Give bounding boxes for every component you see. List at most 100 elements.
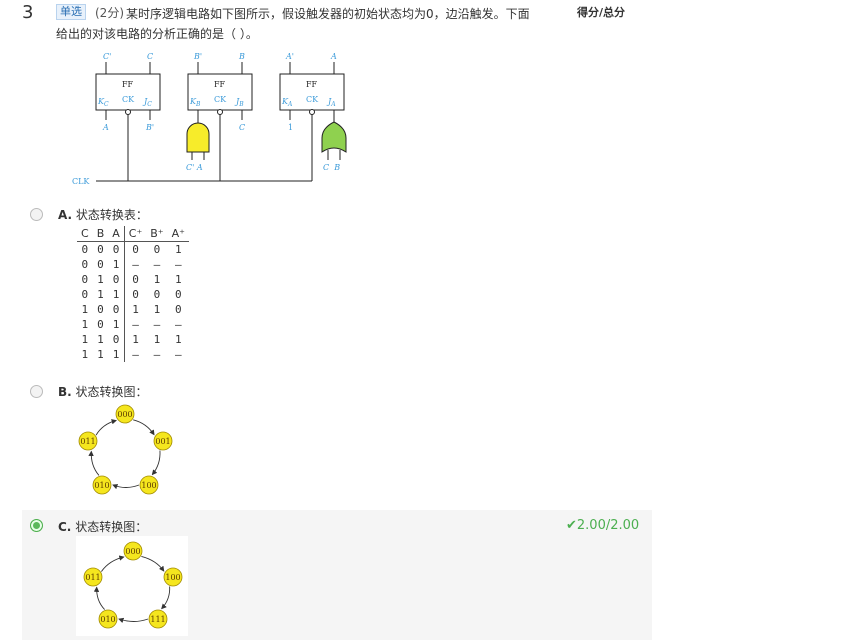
ff1-title: FF [122, 80, 134, 89]
checkmark-icon: ✔ [566, 518, 577, 533]
question-number: 3 [22, 2, 34, 23]
or-input-labels: C B [323, 163, 340, 172]
state-table-cell: 0 [81, 273, 89, 286]
state-table-row: 011000 [77, 287, 189, 302]
and-input-labels: C' A [186, 163, 203, 172]
state-table-cell: 0 [123, 241, 147, 257]
question-type-badge: 单选 [56, 4, 86, 20]
clk-label: CLK [72, 177, 90, 186]
state-table-cell: 1 [123, 302, 147, 317]
diagram-b-state-label: 000 [117, 410, 132, 419]
state-table-cell: – [153, 318, 161, 331]
state-table-row: 0 0 1– – – [77, 257, 189, 272]
state-table-cell: 1 [81, 333, 89, 346]
option-b-text: 状态转换图： [75, 385, 148, 399]
diagram-c-state-label: 000 [125, 547, 140, 556]
state-table-cell: 0 [97, 243, 104, 256]
state-table-cell: 0 [97, 258, 104, 271]
diagram-c-transition-arrow [93, 586, 105, 610]
option-c-radio[interactable] [30, 519, 43, 532]
state-table-cell: 0 [112, 303, 120, 316]
state-table-cell: – [174, 258, 182, 271]
score-total-label: 得分/总分 [577, 6, 626, 19]
ff2-j-sub: B [238, 101, 244, 108]
state-table-cell: 1 [81, 348, 89, 361]
and-gate [186, 122, 210, 153]
state-table-cell: 0 [97, 318, 104, 331]
diagram-b-transition-arrow [112, 484, 140, 490]
state-table-cell: 0 [81, 288, 89, 301]
ff1-top-left-label: C' [103, 52, 111, 61]
question-text-line2: 给出的对该电路的分析正确的是（ ）。 [56, 27, 258, 41]
state-table-cell: 1 [81, 318, 89, 331]
diagram-c-transition-arrow [161, 586, 171, 610]
ff2-top-left-label: B' [193, 52, 202, 61]
state-table-row: 110111 [77, 332, 189, 347]
state-table-cell: 0 [112, 273, 120, 286]
diagram-b-transition-arrow [151, 450, 161, 476]
diagram-c-transition-arrow [141, 556, 165, 572]
option-b-label[interactable]: B. 状态转换图： [58, 383, 148, 400]
state-table-cell: 1 [81, 303, 89, 316]
diagram-b-state-label: 010 [94, 481, 109, 490]
state-table-cell: 0 [174, 303, 182, 316]
diagram-b-state-label: 001 [155, 437, 170, 446]
diagram-b-state-label: 011 [80, 437, 95, 446]
option-c-text: 状态转换图： [75, 520, 148, 534]
diagram-c-state-label: 100 [165, 573, 180, 582]
state-table-row: 1 0 1– – – [77, 317, 189, 332]
state-table-cell: B [92, 226, 109, 242]
state-table-cell: 1 [112, 258, 120, 271]
state-table-header: C B A C⁺ B⁺ A⁺ [77, 226, 189, 242]
state-table-cell: 1 [123, 332, 147, 347]
state-table-cell: 1 [153, 303, 161, 316]
state-table-cell: 0 [153, 243, 161, 256]
state-table-cell: A [108, 226, 125, 242]
state-table-row: 010011 [77, 272, 189, 287]
state-table-cell: 0 [123, 287, 147, 302]
option-a-letter: A. [58, 208, 73, 222]
option-c-label[interactable]: C. 状态转换图： [58, 518, 147, 535]
state-diagram-b: 000 001 100 010 011 [78, 404, 173, 495]
state-table-cell: 0 [97, 303, 104, 316]
ff3-j-sub: A [330, 101, 336, 108]
option-b-radio[interactable] [30, 385, 43, 398]
state-table-cell: – [153, 348, 161, 361]
state-table-cell: 1 [174, 273, 182, 286]
option-c-letter: C. [58, 520, 72, 534]
state-table-cell: 1 [97, 273, 104, 286]
state-table-row: 1 1 1– – – [77, 347, 189, 362]
grade-score: 2.00/2.00 [576, 518, 640, 533]
diagram-c-transition-arrow [101, 555, 125, 572]
state-table-cell: – [123, 257, 147, 272]
ff3-bottom-left-label: 1 [288, 123, 293, 132]
grade-result: ✔2.00/2.00 [566, 518, 639, 533]
ff2-title: FF [214, 80, 226, 89]
state-table-cell: 1 [153, 333, 161, 346]
diagram-c-state-label: 111 [150, 615, 165, 624]
question-text-line1: 某时序逻辑电路如下图所示，假设触发器的初始状态均为0，边沿触发。下面 [126, 7, 530, 21]
state-table-cell: 1 [174, 243, 182, 256]
ff2-top-right-label: B [238, 52, 245, 61]
ff3-top-left-label: A' [285, 52, 294, 61]
state-table-cell: – [123, 347, 147, 362]
diagram-c-state-label: 011 [85, 573, 100, 582]
or-gate [321, 121, 347, 153]
state-table-cell: 0 [153, 288, 161, 301]
state-table-cell: 1 [112, 348, 120, 361]
ff1-ck: CK [122, 95, 135, 104]
ff2-ck: CK [214, 95, 227, 104]
ff1-top-right-label: C [147, 52, 153, 61]
state-table-cell: C [77, 226, 93, 242]
state-table-cell: 1 [174, 333, 182, 346]
option-a-label[interactable]: A. 状态转换表： [58, 206, 148, 223]
state-table-cell: 0 [112, 243, 120, 256]
diagram-b-transition-arrow [95, 419, 117, 436]
diagram-c-transition-arrow [118, 617, 149, 623]
ff1-j-sub: C [147, 101, 152, 108]
state-table-cell: – [174, 348, 182, 361]
option-a-radio[interactable] [30, 208, 43, 221]
diagram-b-state-label: 100 [141, 481, 156, 490]
state-table-cell: – [174, 318, 182, 331]
state-table-cell: A⁺ [167, 226, 189, 242]
